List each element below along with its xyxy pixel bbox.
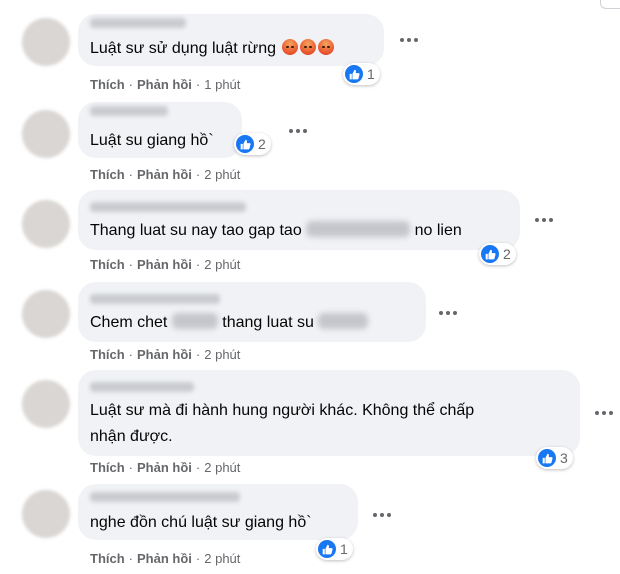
reply-link[interactable]: Phản hồi	[137, 460, 192, 475]
more-options-icon[interactable]	[395, 30, 423, 50]
like-count: 2	[503, 246, 511, 262]
separator: ·	[128, 551, 134, 566]
thumbs-up-icon	[236, 135, 254, 153]
more-options-icon[interactable]	[590, 403, 618, 423]
thumbs-up-icon	[481, 245, 499, 263]
comment-bubble: Thang luat su nay tao gap tao no lien	[78, 190, 520, 250]
like-count: 3	[560, 450, 568, 466]
author-name-redacted[interactable]	[90, 106, 168, 116]
comment-actions: Thích · Phản hồi · 2 phút	[90, 347, 240, 362]
like-link[interactable]: Thích	[90, 347, 125, 362]
angry-face-icon	[282, 39, 299, 55]
separator: ·	[195, 167, 201, 182]
avatar[interactable]	[22, 380, 70, 428]
like-link[interactable]: Thích	[90, 77, 125, 92]
reaction-count[interactable]: 1	[316, 538, 353, 560]
reaction-count[interactable]: 3	[536, 447, 573, 469]
separator: ·	[195, 257, 201, 272]
timestamp[interactable]: 2 phút	[204, 257, 240, 272]
comment-actions: Thích · Phản hồi · 2 phút	[90, 167, 240, 182]
separator: ·	[128, 347, 134, 362]
thumbs-up-icon	[345, 65, 363, 83]
like-link[interactable]: Thích	[90, 551, 125, 566]
comment-bubble: Luật su giang hồ`	[78, 102, 242, 158]
comment-text: Luật su giang hồ`	[90, 132, 214, 149]
comment-actions: Thích · Phản hồi · 1 phút	[90, 77, 240, 92]
angry-face-icon	[318, 39, 335, 55]
comment-text-part: thang luat su	[222, 314, 314, 331]
timestamp[interactable]: 1 phút	[204, 77, 240, 92]
author-name-redacted[interactable]	[90, 382, 194, 392]
separator: ·	[195, 460, 201, 475]
avatar[interactable]	[22, 490, 70, 538]
comment-text-line-1: Luật sư mà đi hành hung người khác. Khôn…	[90, 402, 475, 419]
thumbs-up-icon	[318, 540, 336, 558]
censored-text	[171, 313, 218, 329]
like-link[interactable]: Thích	[90, 167, 125, 182]
comment-bubble: Luật sư mà đi hành hung người khác. Khôn…	[78, 370, 580, 456]
comment-text: nghe đồn chú luật sư giang hồ`	[90, 514, 312, 531]
author-name-redacted[interactable]	[90, 18, 186, 28]
separator: ·	[128, 167, 134, 182]
comment-actions: Thích · Phản hồi · 2 phút	[90, 460, 240, 475]
separator: ·	[128, 460, 134, 475]
timestamp[interactable]: 2 phút	[204, 460, 240, 475]
like-count: 1	[367, 66, 375, 82]
reaction-count[interactable]: 1	[343, 63, 380, 85]
reaction-count[interactable]: 2	[234, 133, 271, 155]
comment-bubble: nghe đồn chú luật sư giang hồ`	[78, 484, 358, 540]
avatar[interactable]	[22, 200, 70, 248]
thumbs-up-icon	[538, 449, 556, 467]
author-name-redacted[interactable]	[90, 294, 220, 304]
reply-link[interactable]: Phản hồi	[137, 347, 192, 362]
separator: ·	[195, 347, 201, 362]
comment-text-part: Chem chet	[90, 314, 168, 331]
comment-text: Luật sư sử dụng luật rừng	[90, 36, 335, 62]
separator: ·	[195, 77, 201, 92]
comment-bubble: Chem chet thang luat su	[78, 282, 426, 342]
reply-link[interactable]: Phản hồi	[137, 257, 192, 272]
like-link[interactable]: Thích	[90, 257, 125, 272]
timestamp[interactable]: 2 phút	[204, 551, 240, 566]
timestamp[interactable]: 2 phút	[204, 167, 240, 182]
comment-bubble: Luật sư sử dụng luật rừng	[78, 14, 384, 66]
top-right-fragment	[600, 0, 620, 9]
separator: ·	[128, 77, 134, 92]
like-link[interactable]: Thích	[90, 460, 125, 475]
angry-face-icon	[300, 39, 317, 55]
avatar[interactable]	[22, 110, 70, 158]
more-options-icon[interactable]	[368, 505, 396, 525]
comment-text-part: Thang luat su nay tao gap tao	[90, 222, 302, 239]
censored-text	[318, 313, 369, 329]
reply-link[interactable]: Phản hồi	[137, 77, 192, 92]
comment-text: Chem chet thang luat su	[90, 310, 369, 336]
more-options-icon[interactable]	[530, 210, 558, 230]
comment-text-line-2: nhận được.	[90, 428, 173, 445]
reply-link[interactable]: Phản hồi	[137, 167, 192, 182]
timestamp[interactable]: 2 phút	[204, 347, 240, 362]
author-name-redacted[interactable]	[90, 492, 240, 502]
comment-text-content: Luật sư sử dụng luật rừng	[90, 40, 277, 57]
separator: ·	[195, 551, 201, 566]
more-options-icon[interactable]	[434, 303, 462, 323]
avatar[interactable]	[22, 290, 70, 338]
avatar[interactable]	[22, 18, 70, 66]
comment-actions: Thích · Phản hồi · 2 phút	[90, 551, 240, 566]
comment-text-part: no lien	[414, 222, 462, 239]
reply-link[interactable]: Phản hồi	[137, 551, 192, 566]
comment-actions: Thích · Phản hồi · 2 phút	[90, 257, 240, 272]
censored-text	[306, 221, 411, 237]
reaction-count[interactable]: 2	[479, 243, 516, 265]
like-count: 1	[340, 541, 348, 557]
more-options-icon[interactable]	[284, 121, 312, 141]
separator: ·	[128, 257, 134, 272]
author-name-redacted[interactable]	[90, 202, 246, 212]
like-count: 2	[258, 136, 266, 152]
comment-text: Thang luat su nay tao gap tao no lien	[90, 218, 462, 244]
